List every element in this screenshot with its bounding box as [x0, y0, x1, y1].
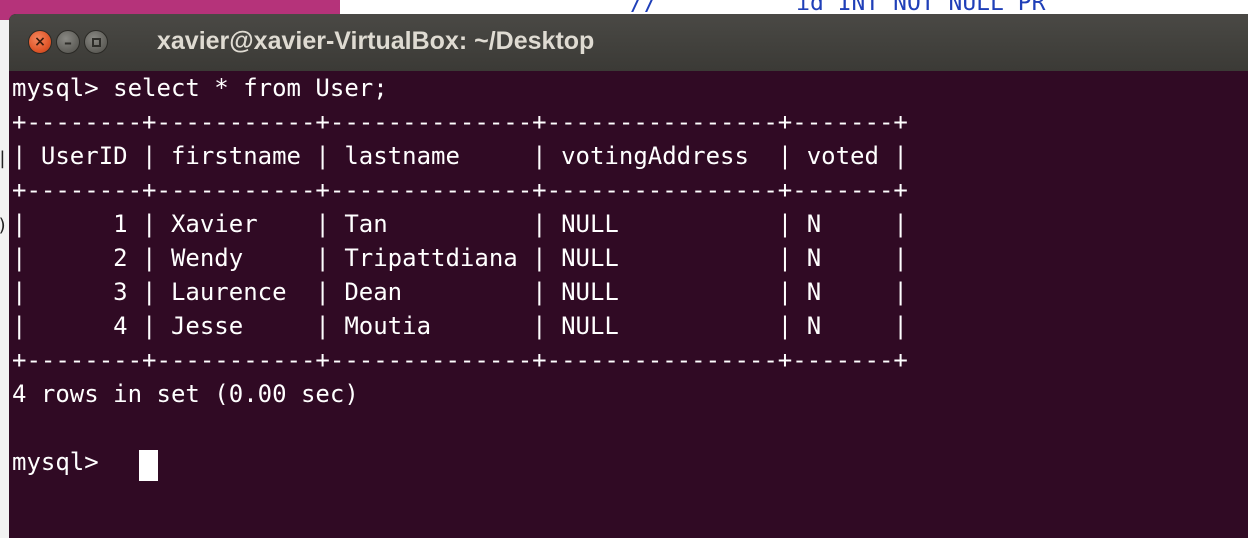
table-row: | 4 | Jesse | Moutia | NULL | N |: [12, 312, 908, 340]
window-title: xavier@xavier-VirtualBox: ~/Desktop: [157, 27, 595, 55]
table-row: | 2 | Wendy | Tripattdiana | NULL | N |: [12, 244, 908, 272]
terminal-window[interactable]: × – xavier@xavier-VirtualBox: ~/Desktop …: [9, 14, 1248, 538]
table-border-top: +--------+-----------+--------------+---…: [12, 108, 908, 136]
maximize-button[interactable]: [84, 30, 108, 54]
table-header-row: | UserID | firstname | lastname | voting…: [12, 142, 908, 170]
window-titlebar[interactable]: × – xavier@xavier-VirtualBox: ~/Desktop: [9, 14, 1248, 71]
close-button[interactable]: ×: [28, 30, 52, 54]
text-cursor[interactable]: [139, 450, 158, 481]
table-border-bottom: +--------+-----------+--------------+---…: [12, 346, 908, 374]
terminal-output[interactable]: mysql> select * from User; +--------+---…: [12, 71, 1248, 538]
minimize-button[interactable]: –: [56, 30, 80, 54]
table-border-header: +--------+-----------+--------------+---…: [12, 176, 908, 204]
minimize-icon: –: [64, 32, 72, 52]
mysql-prompt: mysql>: [12, 448, 114, 476]
background-left-edge: | ): [0, 20, 9, 538]
table-row: | 3 | Laurence | Dean | NULL | N |: [12, 278, 908, 306]
table-row: | 1 | Xavier | Tan | NULL | N |: [12, 210, 908, 238]
result-summary: 4 rows in set (0.00 sec): [12, 380, 359, 408]
edge-glyph: ): [0, 215, 8, 236]
close-icon: ×: [34, 34, 46, 50]
maximize-icon: [91, 37, 101, 47]
edge-glyph: |: [0, 148, 8, 169]
command-line: mysql> select * from User;: [12, 74, 388, 102]
